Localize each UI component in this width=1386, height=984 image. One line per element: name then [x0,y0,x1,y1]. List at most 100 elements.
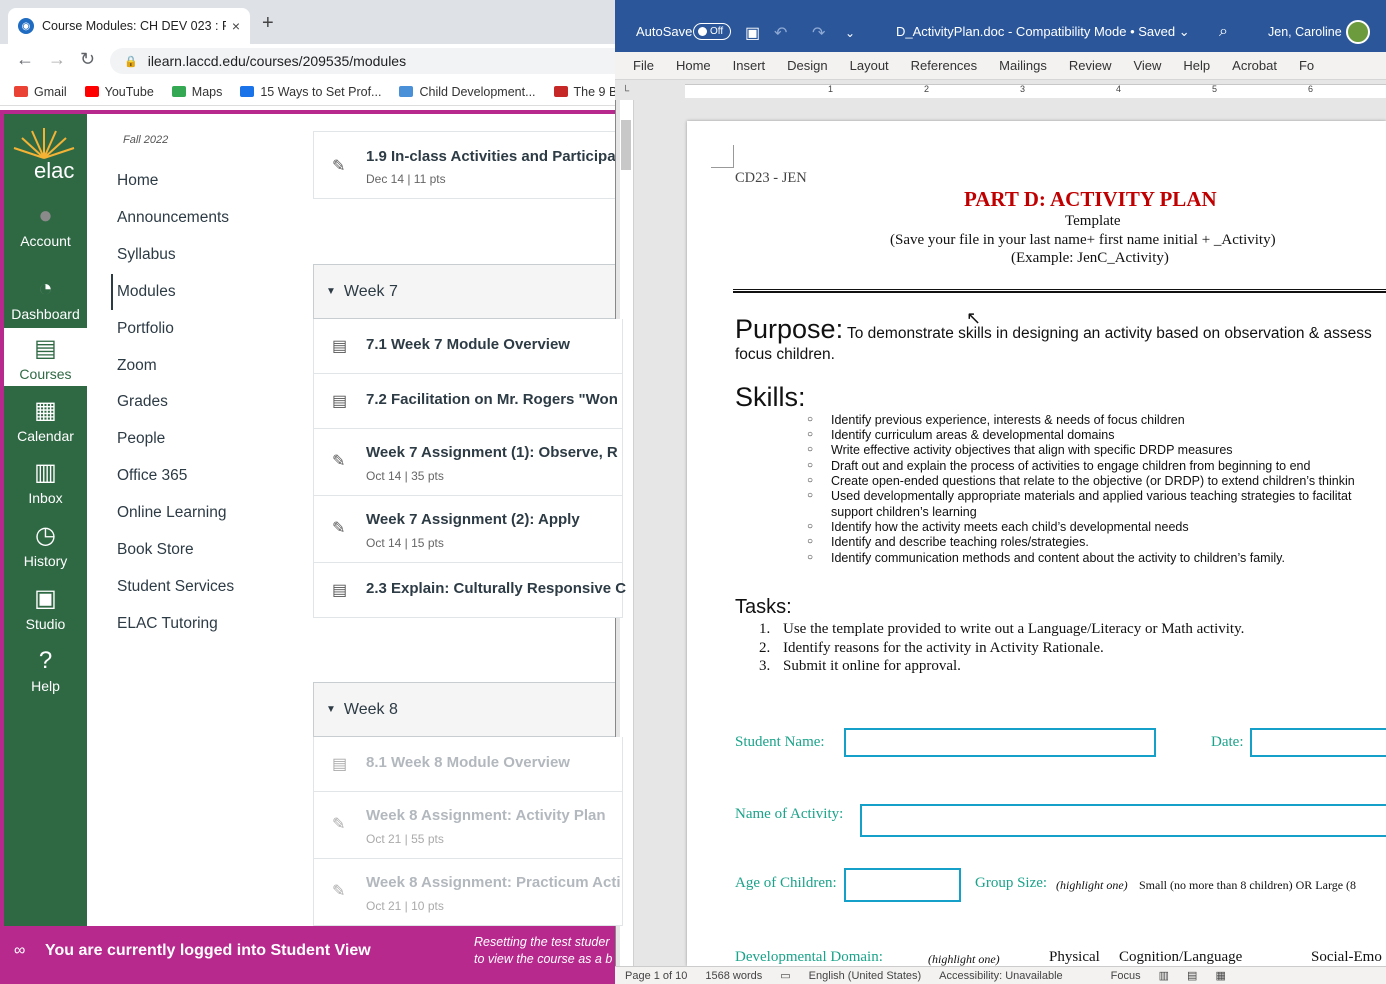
ribbon-tab-home[interactable]: Home [676,58,711,73]
course-term: Fall 2022 [123,134,169,146]
forward-arrow-icon[interactable]: → [48,49,66,70]
autosave-toggle[interactable]: Off [693,23,731,40]
read-mode-icon[interactable]: ▥ [1159,969,1169,982]
module-item[interactable]: ▤ 7.2 Facilitation on Mr. Rogers "Won [313,374,623,429]
module-item[interactable]: ✎ Week 7 Assignment (1): Observe, R Oct 14… [313,429,623,496]
date-field[interactable] [1250,728,1386,757]
save-icon[interactable]: ▣ [745,23,760,43]
address-bar[interactable]: 🔒 ilearn.laccd.edu/courses/209535/module… [110,48,630,74]
ribbon-tab-help[interactable]: Help [1183,58,1210,73]
undo-icon[interactable]: ↶ [774,23,787,43]
ribbon-tab-references[interactable]: References [911,58,977,73]
horizontal-ruler[interactable] [685,84,1386,98]
module-header-week8[interactable]: ▼ Week 8 [313,682,623,737]
browser-tab[interactable]: ◉ Course Modules: CH DEV 023 : P × [8,8,250,44]
web-layout-icon[interactable]: ▦ [1215,969,1225,982]
tab-selector-icon[interactable]: └ [622,86,629,97]
module-item-title[interactable]: Week 8 Assignment: Practicum Acti [366,874,621,891]
module-header-week7[interactable]: ▼ Week 7 [313,264,623,319]
module-item[interactable]: ✎ 1.9 In-class Activities and Participat… [313,131,623,199]
reload-icon[interactable]: ↻ [80,49,95,70]
activity-name-field[interactable] [860,804,1386,837]
global-nav-courses[interactable]: ▤ Courses [4,335,87,382]
bookmark-item[interactable]: The 9 Be [553,85,620,99]
redo-icon[interactable]: ↷ [812,23,825,43]
module-item-title[interactable]: 7.1 Week 7 Module Overview [366,336,570,353]
course-nav-people[interactable]: People [117,430,165,448]
bookmark-item[interactable]: Gmail [14,85,67,99]
global-nav-history[interactable]: ◷ History [4,522,87,569]
ruler-number: 2 [924,84,930,94]
course-nav-modules[interactable]: Modules [117,283,176,301]
module-item-title[interactable]: 1.9 In-class Activities and Participat [366,148,621,165]
global-nav-dashboard[interactable]: ◔ Dashboard [4,275,87,322]
reset-student-link[interactable]: Resetting the test studer to view the co… [474,934,612,968]
bookmark-item[interactable]: YouTube [84,84,154,99]
module-item-title[interactable]: 2.3 Explain: Culturally Responsive C [366,580,626,597]
proofing-icon[interactable]: ▭ [780,969,790,982]
global-nav-inbox[interactable]: ▥ Inbox [4,459,87,506]
module-item[interactable]: ▤ 8.1 Week 8 Module Overview [313,737,623,792]
module-item-title[interactable]: Week 7 Assignment (1): Observe, R [366,444,618,461]
course-nav-book-store[interactable]: Book Store [117,541,194,559]
close-tab-icon[interactable]: × [232,18,240,34]
ribbon-tab-file[interactable]: File [633,58,654,73]
back-arrow-icon[interactable]: ← [16,49,34,70]
focus-mode-button[interactable]: Focus [1111,970,1141,982]
module-item-title[interactable]: 8.1 Week 8 Module Overview [366,754,570,771]
ribbon-tab-acrobat[interactable]: Acrobat [1232,58,1277,73]
bookmark-icon [399,86,414,97]
print-layout-icon[interactable]: ▤ [1187,969,1197,982]
ribbon-tab-insert[interactable]: Insert [733,58,766,73]
course-nav-grades[interactable]: Grades [117,393,168,411]
module-item-title[interactable]: 7.2 Facilitation on Mr. Rogers "Won [366,391,618,408]
ribbon-tab-review[interactable]: Review [1069,58,1112,73]
module-item[interactable]: ✎ Week 8 Assignment: Activity Plan Oct 21 … [313,792,623,859]
module-item[interactable]: ✎ Week 8 Assignment: Practicum Acti Oct 21… [313,859,623,926]
vertical-scrollbar-thumb[interactable] [621,120,631,170]
ribbon-tab-mailings[interactable]: Mailings [999,58,1047,73]
user-name[interactable]: Jen, Caroline [1268,25,1342,39]
word-count[interactable]: 1568 words [705,970,762,982]
course-nav-elac-tutoring[interactable]: ELAC Tutoring [117,615,218,633]
customize-toolbar-icon[interactable]: ⌄ [845,26,855,40]
course-nav-student-services[interactable]: Student Services [117,578,234,596]
module-item-meta: Oct 21 | 10 pts [366,899,444,913]
ribbon-tab-view[interactable]: View [1133,58,1161,73]
course-nav-office-365[interactable]: Office 365 [117,467,187,485]
bookmark-label: YouTube [104,84,154,99]
student-name-field[interactable] [844,728,1156,757]
bookmark-item[interactable]: Maps [171,85,222,99]
module-item[interactable]: ▤ 2.3 Explain: Culturally Responsive C [313,563,626,618]
ribbon-tab-design[interactable]: Design [787,58,827,73]
course-nav-syllabus[interactable]: Syllabus [117,246,176,264]
studio-icon: ▣ [34,585,57,612]
global-nav-calendar[interactable]: ▦ Calendar [4,397,87,444]
module-item-title[interactable]: Week 8 Assignment: Activity Plan [366,807,606,824]
global-nav-studio[interactable]: ▣ Studio [4,585,87,632]
age-field[interactable] [844,868,961,902]
accessibility-status[interactable]: Accessibility: Unavailable [939,970,1063,982]
page-count[interactable]: Page 1 of 10 [625,970,687,982]
user-avatar[interactable] [1346,20,1370,44]
title-divider [733,289,1386,293]
global-nav-account[interactable]: ● Account [4,202,87,249]
course-nav-zoom[interactable]: Zoom [117,357,157,375]
module-item-title[interactable]: Week 7 Assignment (2): Apply [366,511,580,528]
course-nav-portfolio[interactable]: Portfolio [117,320,174,338]
course-nav-announcements[interactable]: Announcements [117,209,229,227]
module-item[interactable]: ✎ Week 7 Assignment (2): Apply Oct 14 | 15… [313,496,623,563]
bookmark-item[interactable]: 15 Ways to Set Prof... [240,85,381,99]
new-tab-button[interactable]: + [262,12,274,35]
bullet-icon: ○ [807,536,814,547]
module-item[interactable]: ▤ 7.1 Week 7 Module Overview [313,319,623,374]
search-icon[interactable]: ⌕ [1219,23,1228,41]
bookmark-item[interactable]: Child Development... [399,85,536,99]
course-nav-online-learning[interactable]: Online Learning [117,504,226,522]
ribbon-tab-fo[interactable]: Fo [1299,58,1314,73]
language-status[interactable]: English (United States) [809,970,922,982]
document-title[interactable]: D_ActivityPlan.doc - Compatibility Mode … [896,24,1190,40]
global-nav-help[interactable]: ? Help [4,647,87,694]
course-nav-home[interactable]: Home [117,172,158,190]
ribbon-tab-layout[interactable]: Layout [850,58,889,73]
